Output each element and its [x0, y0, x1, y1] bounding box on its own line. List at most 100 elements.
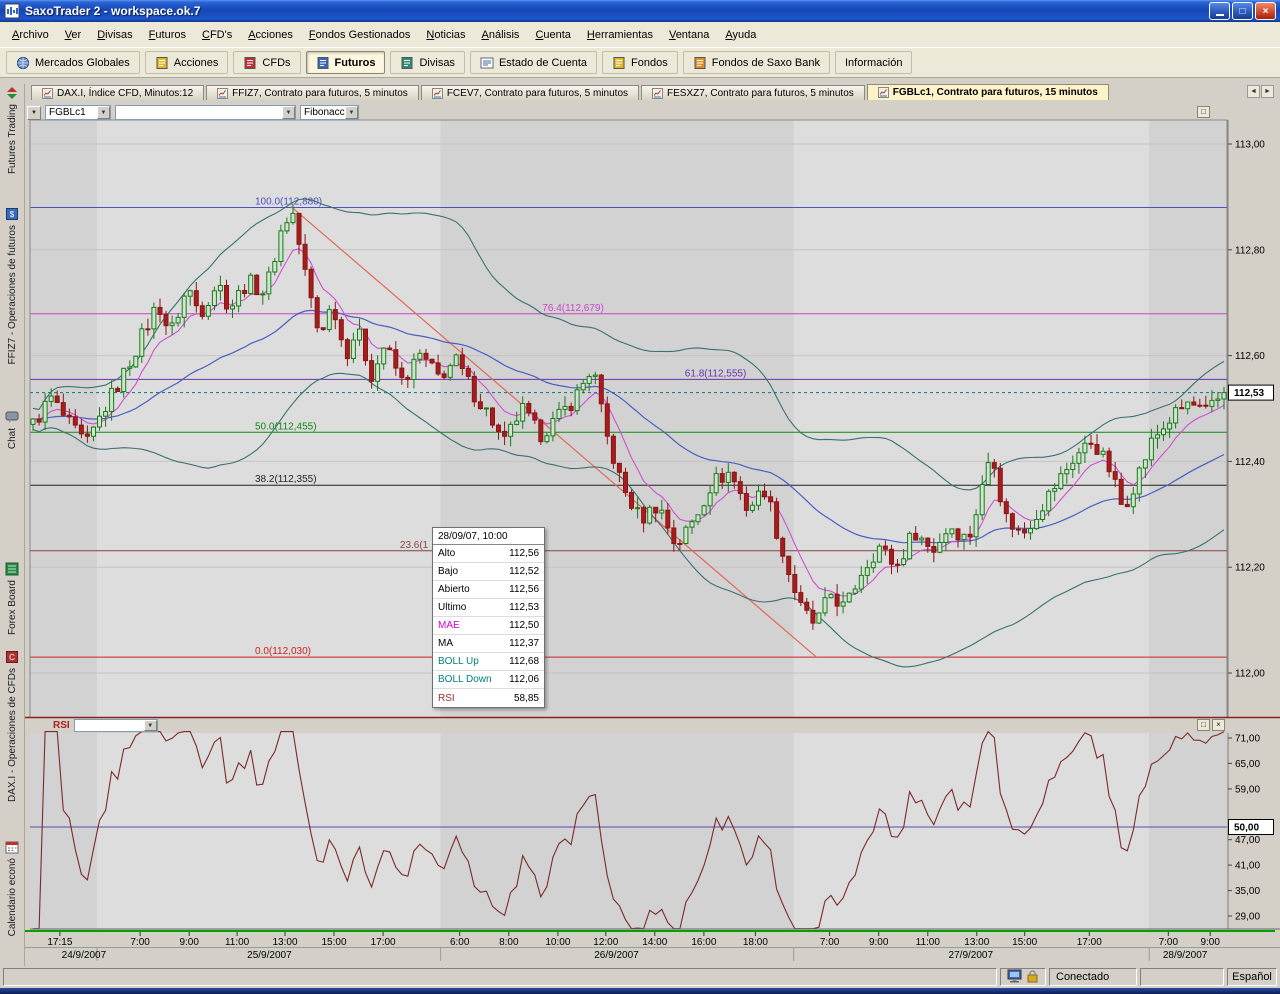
- tab-scroll-buttons: ◄ ►: [1247, 85, 1274, 98]
- price-chart-canvas[interactable]: 100.0(112,880)76.4(112,679)61.8(112,555)…: [25, 100, 1280, 966]
- chart-tab-icon: [217, 88, 228, 99]
- toolbar-estado-de-cuenta-button[interactable]: Estado de Cuenta: [470, 51, 597, 74]
- menu-ayuda[interactable]: Ayuda: [717, 25, 764, 45]
- menu-divisas[interactable]: Divisas: [89, 25, 140, 45]
- tooltip-row-label: RSI: [438, 693, 455, 704]
- svg-text:17:15: 17:15: [47, 937, 72, 948]
- connection-status-label: Conectado: [1056, 971, 1109, 983]
- panel-menu-button[interactable]: ▼: [27, 106, 41, 120]
- maximize-chart-button[interactable]: □: [1197, 106, 1210, 118]
- toolbar-futuros-button[interactable]: Futuros: [306, 51, 386, 74]
- svg-text:29,00: 29,00: [1235, 912, 1260, 923]
- svg-text:71,00: 71,00: [1235, 734, 1260, 745]
- menu-bar: ArchivoVerDivisasFuturosCFD'sAccionesFon…: [0, 22, 1280, 48]
- menu-cuenta[interactable]: Cuenta: [527, 25, 578, 45]
- svg-text:6:00: 6:00: [450, 937, 470, 948]
- menu-noticias[interactable]: Noticias: [418, 25, 473, 45]
- svg-text:15:00: 15:00: [1012, 937, 1037, 948]
- sidebar-item-calendario-econó[interactable]: Calendario econó: [0, 838, 24, 966]
- toolbar-fondos-de-saxo-bank-button[interactable]: Fondos de Saxo Bank: [683, 51, 830, 74]
- menu-ver[interactable]: Ver: [57, 25, 90, 45]
- toolbar-mercados-globales-button[interactable]: Mercados Globales: [6, 51, 140, 74]
- svg-text:112,40: 112,40: [1235, 457, 1265, 468]
- chart-tab-fcev7[interactable]: FCEV7, Contrato para futuros, 5 minutos: [421, 85, 639, 100]
- chart-tab-label: FESXZ7, Contrato para futuros, 5 minutos: [667, 88, 854, 99]
- symbol-combo[interactable]: FGBLc1 ▼: [45, 105, 111, 120]
- menu-cfd-s[interactable]: CFD's: [194, 25, 240, 45]
- toolbar-información-button[interactable]: Información: [835, 51, 912, 74]
- connection-status: Conectado: [1049, 968, 1137, 986]
- toolbar-label: Información: [845, 57, 902, 69]
- svg-text:9:00: 9:00: [1200, 937, 1220, 948]
- chart-tab-fgblc1[interactable]: FGBLc1, Contrato para futuros, 15 minuto…: [867, 84, 1109, 100]
- toolbar-label: Acciones: [174, 57, 219, 69]
- title-bar: SaxoTrader 2 - workspace.ok.7 □ ×: [0, 0, 1280, 22]
- sidebar-item-ffiz7-operaciones-de-futuros[interactable]: $FFIZ7 - Operaciones de futuros: [0, 205, 24, 408]
- svg-text:C: C: [9, 653, 15, 662]
- sidebar-item-futures-trading[interactable]: Futures Trading: [0, 84, 24, 205]
- tooltip-row-boll-down: BOLL Down112,06: [433, 671, 544, 689]
- menu-fondos-gestionados[interactable]: Fondos Gestionados: [301, 25, 419, 45]
- sidebar-item-label: Chat: [7, 428, 18, 449]
- toolbar-cfds-button[interactable]: CFDs: [233, 51, 300, 74]
- tooltip-row-bajo: Bajo112,52: [433, 563, 544, 581]
- svg-text:12:00: 12:00: [593, 937, 618, 948]
- tooltip-row-value: 112,68: [509, 656, 539, 667]
- tooltip-row-value: 112,56: [509, 584, 539, 595]
- menu-ventana[interactable]: Ventana: [661, 25, 717, 45]
- toolbar-label: Divisas: [419, 57, 454, 69]
- tooltip-row-mae: MAE112,50: [433, 617, 544, 635]
- sidebar-item-chat[interactable]: Chat: [0, 408, 24, 560]
- sidebar-item-forex-board[interactable]: Forex Board: [0, 560, 24, 648]
- tooltip-row-ma: MA112,37: [433, 635, 544, 653]
- tooltip-row-label: Alto: [438, 548, 455, 559]
- rsi-combo[interactable]: ▼: [74, 719, 158, 732]
- svg-text:11:00: 11:00: [916, 937, 941, 948]
- overlay-combo-arrow-icon[interactable]: ▼: [345, 106, 358, 119]
- minimize-button[interactable]: [1209, 2, 1230, 20]
- menu-acciones[interactable]: Acciones: [240, 25, 301, 45]
- chart-tab-fesxz7[interactable]: FESXZ7, Contrato para futuros, 5 minutos: [641, 85, 865, 100]
- overlay-combo-value: Fibonacci: [301, 106, 345, 119]
- svg-text:112,00: 112,00: [1235, 669, 1265, 680]
- overlay-combo[interactable]: Fibonacci ▼: [300, 105, 359, 120]
- toolbar-label: Fondos: [631, 57, 668, 69]
- tab-scroll-right-button[interactable]: ►: [1261, 85, 1274, 98]
- toolbar-label: Fondos de Saxo Bank: [712, 57, 820, 69]
- maximize-button[interactable]: □: [1232, 2, 1253, 20]
- svg-text:47,00: 47,00: [1235, 835, 1260, 846]
- toolbar-fondos-button[interactable]: Fondos: [602, 51, 678, 74]
- sidebar-item-label: Futures Trading: [7, 104, 18, 174]
- maximize-rsi-button[interactable]: □: [1197, 719, 1210, 731]
- study-combo-arrow-icon[interactable]: ▼: [282, 106, 295, 119]
- close-button[interactable]: ×: [1255, 2, 1276, 20]
- svg-text:13:00: 13:00: [272, 937, 297, 948]
- sidebar-item-dax-i-operaciones-de-cfds[interactable]: CDAX.I - Operaciones de CFDs: [0, 648, 24, 838]
- svg-text:17:00: 17:00: [1077, 937, 1102, 948]
- tooltip-row-boll-up: BOLL Up 112,68: [433, 653, 544, 671]
- tooltip-row-label: Bajo: [438, 566, 458, 577]
- tab-scroll-left-button[interactable]: ◄: [1247, 85, 1260, 98]
- svg-text:16:00: 16:00: [691, 937, 716, 948]
- menu-archivo[interactable]: Archivo: [4, 25, 57, 45]
- menu-análisis[interactable]: Análisis: [474, 25, 528, 45]
- study-combo[interactable]: ▼: [115, 105, 296, 120]
- forex-board-icon: [5, 562, 19, 576]
- toolbar-acciones-button[interactable]: Acciones: [145, 51, 229, 74]
- language-label: Español: [1232, 971, 1272, 983]
- toolbar-divisas-button[interactable]: Divisas: [390, 51, 464, 74]
- tooltip-row-label: BOLL Up: [438, 656, 479, 667]
- globe-icon: [16, 56, 30, 70]
- symbol-combo-arrow-icon[interactable]: ▼: [97, 106, 110, 119]
- svg-text:14:00: 14:00: [642, 937, 667, 948]
- svg-text:8:00: 8:00: [499, 937, 519, 948]
- menu-herramientas[interactable]: Herramientas: [579, 25, 661, 45]
- menu-futuros[interactable]: Futuros: [141, 25, 194, 45]
- tooltip-row-value: 58,85: [514, 693, 539, 704]
- chart-panel: 100.0(112,880)76.4(112,679)61.8(112,555)…: [25, 100, 1280, 966]
- rsi-combo-arrow-icon[interactable]: ▼: [144, 720, 157, 731]
- chart-tab-ffiz7[interactable]: FFIZ7, Contrato para futuros, 5 minutos: [206, 85, 419, 100]
- chart-tab-dax-i[interactable]: DAX.I, Índice CFD, Minutos:12: [31, 85, 204, 100]
- language-selector[interactable]: Español: [1227, 968, 1277, 986]
- close-rsi-button[interactable]: ×: [1212, 719, 1225, 731]
